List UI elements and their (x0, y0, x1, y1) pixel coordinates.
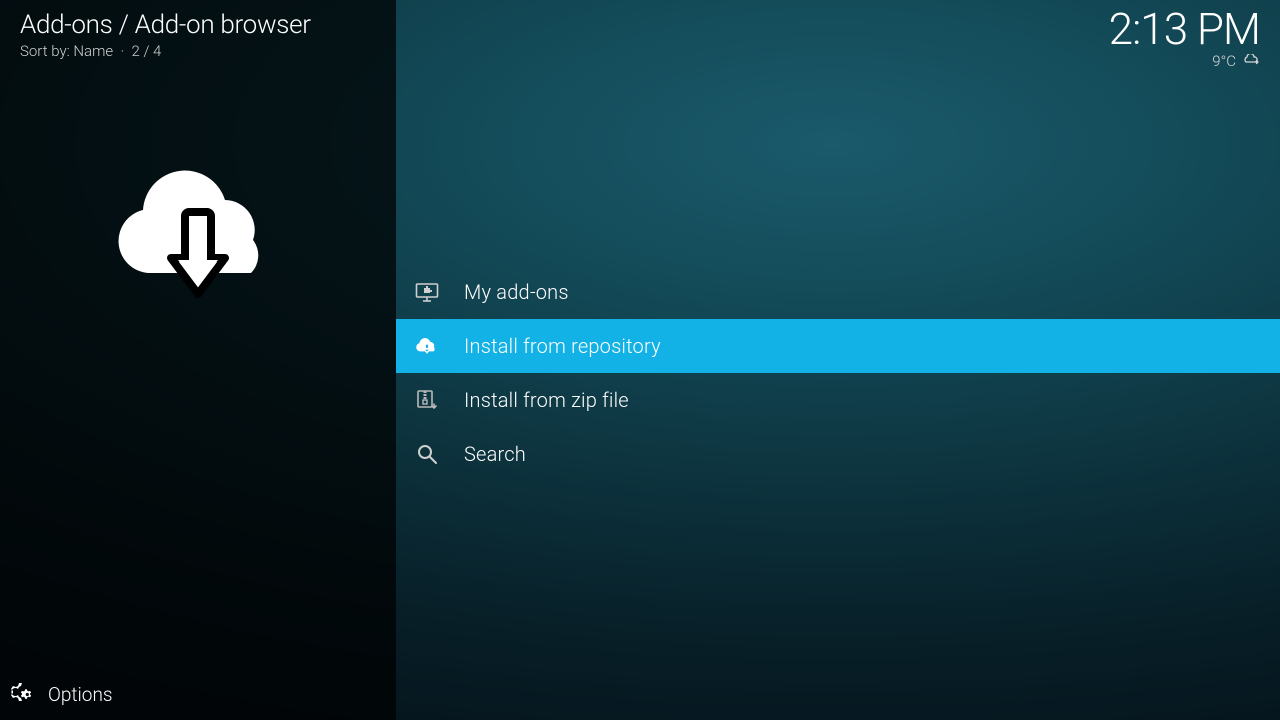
menu-item-label: Search (464, 442, 526, 466)
weather-temp: 9°C (1212, 52, 1236, 70)
options-icon (10, 680, 34, 708)
menu-item-my-addons[interactable]: My add-ons (396, 265, 1280, 319)
menu: My add-ons Install from repository (396, 265, 1280, 481)
main-pane: 2:13 PM 9°C M (396, 0, 1280, 720)
clock: 2:13 PM (1109, 6, 1260, 52)
sidebar-hero-icon-wrap (0, 150, 396, 334)
sort-by-label: Sort by: Name (20, 42, 113, 60)
menu-item-install-zip[interactable]: Install from zip file (396, 373, 1280, 427)
sort-line: Sort by: Name · 2 / 4 (20, 42, 376, 60)
breadcrumb: Add-ons / Add-on browser (20, 10, 376, 40)
options-label: Options (48, 683, 113, 706)
weather-icon (1242, 52, 1260, 70)
menu-item-search[interactable]: Search (396, 427, 1280, 481)
menu-item-install-repository[interactable]: Install from repository (396, 319, 1280, 373)
cloud-download-hero-icon (103, 150, 293, 334)
menu-item-label: Install from repository (464, 334, 661, 358)
cloud-download-icon (414, 333, 440, 359)
status-area: 2:13 PM 9°C (1109, 6, 1260, 70)
monitor-addon-icon (414, 279, 440, 305)
menu-item-label: Install from zip file (464, 388, 629, 412)
options-button[interactable]: Options (10, 680, 113, 708)
search-icon (414, 441, 440, 467)
sidebar-header: Add-ons / Add-on browser Sort by: Name ·… (0, 0, 396, 60)
menu-item-label: My add-ons (464, 280, 569, 304)
zip-download-icon (414, 387, 440, 413)
sidebar: Add-ons / Add-on browser Sort by: Name ·… (0, 0, 396, 720)
item-count: 2 / 4 (131, 42, 161, 60)
